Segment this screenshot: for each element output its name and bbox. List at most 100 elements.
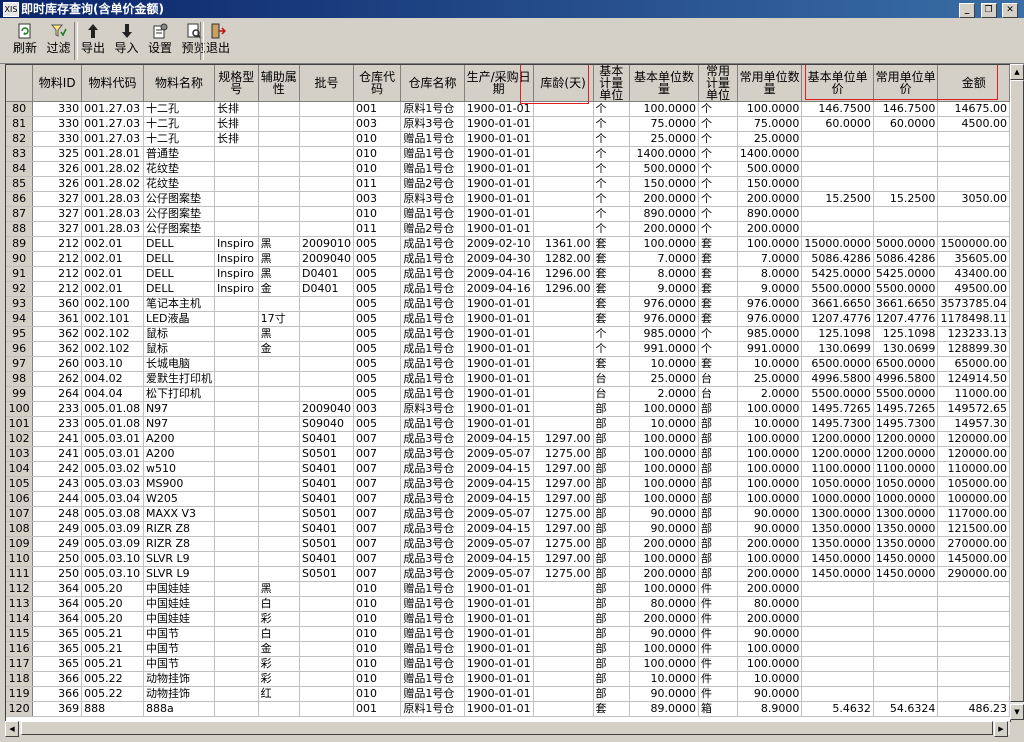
table-row[interactable]: 93 360 002.100 笔记本主机 005 成品1号仓 1900-01-01 套 976.…	[6, 296, 1010, 312]
table-cell[interactable]: 100.0000	[737, 431, 803, 447]
table-cell[interactable]: 黑	[258, 581, 301, 597]
table-cell[interactable]	[214, 551, 259, 567]
table-cell[interactable]: 007	[353, 536, 402, 552]
table-cell[interactable]: 1900-01-01	[464, 101, 534, 117]
table-cell[interactable]: w510	[143, 461, 215, 477]
table-cell[interactable]: 65000.00	[937, 356, 1010, 372]
table-cell[interactable]: 10.0000	[629, 416, 699, 432]
table-cell[interactable]	[533, 656, 594, 672]
table-cell[interactable]: 150.0000	[737, 176, 803, 192]
table-cell[interactable]: 10.0000	[737, 356, 803, 372]
table-cell[interactable]: 005.03.09	[81, 536, 144, 552]
table-cell[interactable]: 台	[593, 386, 631, 402]
table-cell[interactable]: 200.0000	[737, 611, 803, 627]
table-cell[interactable]: 90.0000	[737, 686, 803, 702]
table-cell[interactable]	[533, 221, 594, 237]
table-cell[interactable]: 005	[353, 281, 402, 297]
table-cell[interactable]	[533, 701, 594, 717]
table-cell[interactable]: 010	[353, 146, 402, 162]
table-cell[interactable]	[214, 641, 259, 657]
table-cell[interactable]: 9.0000	[629, 281, 699, 297]
table-cell[interactable]	[214, 356, 259, 372]
table-cell[interactable]: 原料3号仓	[400, 401, 465, 417]
table-cell[interactable]: 1275.00	[533, 506, 594, 522]
table-cell[interactable]	[214, 506, 259, 522]
table-cell[interactable]: 1900-01-01	[464, 596, 534, 612]
table-cell[interactable]: 985.0000	[737, 326, 803, 342]
table-cell[interactable]: 动物挂饰	[143, 671, 215, 687]
table-cell[interactable]: 010	[353, 596, 402, 612]
table-cell[interactable]: 动物挂饰	[143, 686, 215, 702]
table-cell[interactable]: 部	[593, 506, 631, 522]
table-cell[interactable]: 890.0000	[629, 206, 699, 222]
table-cell[interactable]	[533, 311, 594, 327]
table-cell[interactable]: 部	[698, 551, 738, 567]
table-cell[interactable]	[299, 176, 355, 192]
table-cell[interactable]: 个	[698, 206, 738, 222]
table-cell[interactable]: 60.0000	[873, 116, 939, 132]
table-cell[interactable]: 赠品1号仓	[400, 641, 465, 657]
table-cell[interactable]	[258, 701, 301, 717]
table-cell[interactable]: 003	[353, 116, 402, 132]
table-cell[interactable]: A200	[143, 431, 215, 447]
table-cell[interactable]: 个	[593, 176, 631, 192]
table-cell[interactable]	[533, 611, 594, 627]
table-cell[interactable]	[873, 686, 939, 702]
table-cell[interactable]	[533, 641, 594, 657]
table-cell[interactable]	[299, 356, 355, 372]
table-cell[interactable]: 100.0000	[737, 461, 803, 477]
table-cell[interactable]	[258, 296, 301, 312]
table-cell[interactable]: 10.0000	[737, 416, 803, 432]
table-cell[interactable]: 部	[593, 641, 631, 657]
table-cell[interactable]: 75.0000	[737, 116, 803, 132]
table-cell[interactable]: 赠品2号仓	[400, 221, 465, 237]
table-cell[interactable]: 360	[32, 296, 83, 312]
table-cell[interactable]: 7.0000	[629, 251, 699, 267]
table-cell[interactable]: 002.01	[81, 251, 144, 267]
table-cell[interactable]: 赠品1号仓	[400, 581, 465, 597]
table-cell[interactable]: 长排	[214, 101, 259, 117]
table-cell[interactable]	[533, 626, 594, 642]
table-cell[interactable]: 部	[593, 611, 631, 627]
table-cell[interactable]: 1200.0000	[873, 431, 939, 447]
table-cell[interactable]: S0401	[299, 431, 355, 447]
table-cell[interactable]: 327	[32, 206, 83, 222]
table-cell[interactable]: 4500.00	[937, 116, 1010, 132]
table-cell[interactable]: S0401	[299, 491, 355, 507]
table-row[interactable]: 111 250 005.03.10 SLVR L9 S0501 007 成品3号仓 2009-…	[6, 566, 1010, 582]
table-cell[interactable]	[214, 626, 259, 642]
table-cell[interactable]: 成品3号仓	[400, 431, 465, 447]
table-cell[interactable]: 中国娃娃	[143, 581, 215, 597]
table-cell[interactable]: 成品1号仓	[400, 266, 465, 282]
table-cell[interactable]: 1450.0000	[873, 551, 939, 567]
table-cell[interactable]: 1282.00	[533, 251, 594, 267]
table-cell[interactable]: 1450.0000	[873, 566, 939, 582]
table-cell[interactable]: 黑	[258, 251, 301, 267]
table-cell[interactable]: 成品3号仓	[400, 566, 465, 582]
table-cell[interactable]	[937, 596, 1010, 612]
table-cell[interactable]: 普通垫	[143, 146, 215, 162]
table-cell[interactable]: 146.7500	[873, 101, 939, 117]
table-cell[interactable]: 200.0000	[737, 581, 803, 597]
table-cell[interactable]: 8.0000	[629, 266, 699, 282]
close-button[interactable]: ✕	[1002, 3, 1018, 18]
table-cell[interactable]: 个	[593, 116, 631, 132]
table-cell[interactable]: 005.20	[81, 581, 144, 597]
table-cell[interactable]: 1495.7265	[801, 401, 874, 417]
table-row[interactable]: 109 249 005.03.09 RIZR Z8 S0501 007 成品3号仓 2009-…	[6, 536, 1010, 552]
table-cell[interactable]	[937, 641, 1010, 657]
table-cell[interactable]	[214, 371, 259, 387]
table-cell[interactable]: W205	[143, 491, 215, 507]
table-cell[interactable]: 11000.00	[937, 386, 1010, 402]
table-cell[interactable]: 1900-01-01	[464, 311, 534, 327]
table-cell[interactable]: 361	[32, 311, 83, 327]
table-cell[interactable]: 100.0000	[629, 401, 699, 417]
table-cell[interactable]: 80.0000	[737, 596, 803, 612]
table-cell[interactable]: 121500.00	[937, 521, 1010, 537]
scroll-right-icon[interactable]: ▶	[994, 721, 1008, 737]
table-cell[interactable]: 1900-01-01	[464, 296, 534, 312]
table-cell[interactable]	[258, 491, 301, 507]
table-cell[interactable]: 赠品1号仓	[400, 686, 465, 702]
table-cell[interactable]: 005	[353, 236, 402, 252]
table-cell[interactable]: 部	[593, 626, 631, 642]
